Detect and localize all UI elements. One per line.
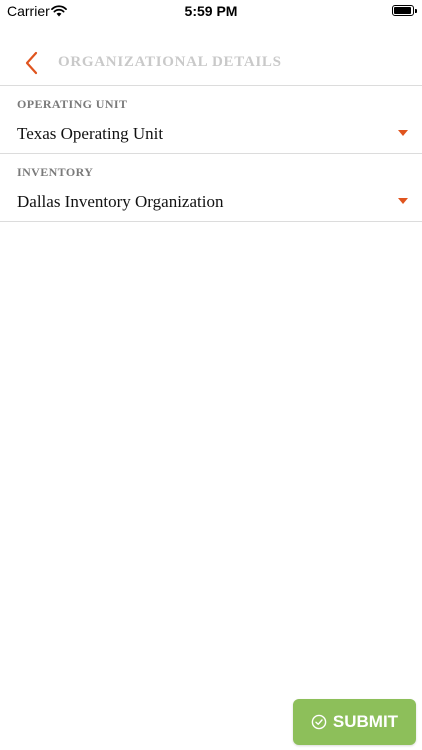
status-time: 5:59 PM xyxy=(184,3,238,19)
page-title: ORGANIZATIONAL DETAILS xyxy=(58,54,282,70)
back-button[interactable] xyxy=(20,50,44,76)
submit-button[interactable]: SUBMIT xyxy=(293,699,416,745)
operating-unit-label: OPERATING UNIT xyxy=(17,97,128,111)
battery-icon xyxy=(392,5,417,16)
nav-bar: ORGANIZATIONAL DETAILS xyxy=(0,40,422,86)
submit-label: SUBMIT xyxy=(332,712,399,731)
inventory-value: Dallas Inventory Organization xyxy=(17,192,224,211)
caret-down-icon xyxy=(398,198,408,204)
status-bar: Carrier 5:59 PM xyxy=(0,0,422,24)
operating-unit-value: Texas Operating Unit xyxy=(17,124,164,143)
inventory-dropdown[interactable]: INVENTORY Dallas Inventory Organization xyxy=(0,154,422,222)
check-circle-icon xyxy=(311,714,327,730)
operating-unit-dropdown[interactable]: OPERATING UNIT Texas Operating Unit xyxy=(0,86,422,154)
caret-down-icon xyxy=(398,130,408,136)
chevron-left-icon xyxy=(25,51,38,75)
inventory-label: INVENTORY xyxy=(17,165,94,179)
